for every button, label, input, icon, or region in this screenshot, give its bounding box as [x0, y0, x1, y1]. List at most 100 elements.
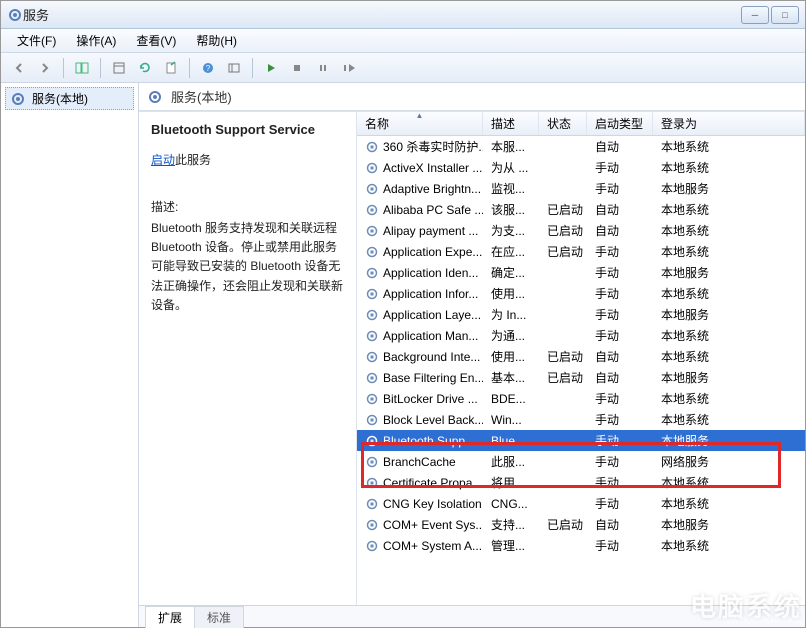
- service-logon: 本地系统: [653, 495, 805, 512]
- service-logon: 本地服务: [653, 180, 805, 197]
- service-name: Block Level Back...: [383, 413, 483, 427]
- service-row[interactable]: Application Infor...使用...手动本地系统: [357, 283, 805, 304]
- service-logon: 本地服务: [653, 306, 805, 323]
- service-row[interactable]: Alipay payment ...为支...已启动自动本地系统: [357, 220, 805, 241]
- services-icon: [7, 7, 23, 23]
- service-row[interactable]: CNG Key IsolationCNG...手动本地系统: [357, 493, 805, 514]
- service-logon: 本地系统: [653, 390, 805, 407]
- service-desc: 该服...: [483, 201, 539, 218]
- service-status: 已启动: [539, 369, 587, 386]
- gear-icon: [365, 329, 379, 343]
- service-logon: 本地系统: [653, 222, 805, 239]
- service-row[interactable]: Certificate Propa...将用...手动本地系统: [357, 472, 805, 493]
- menu-action[interactable]: 操作(A): [66, 30, 126, 51]
- tree-node-services-local[interactable]: 服务(本地): [5, 87, 134, 110]
- selected-service-name: Bluetooth Support Service: [151, 122, 344, 137]
- maximize-button[interactable]: □: [771, 6, 799, 24]
- pause-service-button[interactable]: [311, 56, 335, 80]
- service-startup: 手动: [587, 453, 653, 470]
- service-logon: 本地系统: [653, 285, 805, 302]
- service-status: 已启动: [539, 348, 587, 365]
- service-desc: 为支...: [483, 222, 539, 239]
- service-row[interactable]: 360 杀毒实时防护...本服...自动本地系统: [357, 136, 805, 157]
- start-service-button[interactable]: [259, 56, 283, 80]
- service-row[interactable]: BitLocker Drive ...BDE...手动本地系统: [357, 388, 805, 409]
- service-desc: BDE...: [483, 392, 539, 406]
- service-startup: 手动: [587, 537, 653, 554]
- service-row[interactable]: COM+ Event Sys...支持...已启动自动本地服务: [357, 514, 805, 535]
- toolbar: ?: [1, 53, 805, 83]
- service-startup: 手动: [587, 432, 653, 449]
- start-service-link[interactable]: 启动: [151, 153, 175, 167]
- menu-file[interactable]: 文件(F): [7, 30, 66, 51]
- service-desc: CNG...: [483, 497, 539, 511]
- right-pane: 服务(本地) Bluetooth Support Service 启动此服务 描…: [139, 83, 805, 627]
- service-row[interactable]: BranchCache此服...手动网络服务: [357, 451, 805, 472]
- gear-icon: [147, 89, 163, 105]
- tab-extended[interactable]: 扩展: [145, 606, 195, 628]
- service-row[interactable]: Application Iden...确定...手动本地服务: [357, 262, 805, 283]
- gear-icon: [365, 455, 379, 469]
- service-row[interactable]: Application Expe...在应...已启动手动本地系统: [357, 241, 805, 262]
- gear-icon: [365, 266, 379, 280]
- service-logon: 本地系统: [653, 411, 805, 428]
- stop-service-button[interactable]: [285, 56, 309, 80]
- back-button[interactable]: [7, 56, 31, 80]
- column-startup[interactable]: 启动类型: [587, 112, 653, 135]
- gear-icon: [10, 91, 26, 107]
- separator: [63, 58, 64, 78]
- service-desc: 为通...: [483, 327, 539, 344]
- service-name: Application Laye...: [383, 308, 481, 322]
- gear-icon: [365, 371, 379, 385]
- restart-service-button[interactable]: [337, 56, 361, 80]
- service-startup: 手动: [587, 495, 653, 512]
- service-desc: 使用...: [483, 348, 539, 365]
- service-desc: 将用...: [483, 474, 539, 491]
- service-name: Adaptive Brightn...: [383, 182, 481, 196]
- gear-icon: [365, 434, 379, 448]
- service-row[interactable]: ActiveX Installer ...为从 ...手动本地系统: [357, 157, 805, 178]
- service-row[interactable]: Background Inte...使用...已启动自动本地系统: [357, 346, 805, 367]
- export-button[interactable]: [159, 56, 183, 80]
- column-name[interactable]: 名称▲: [357, 112, 483, 135]
- gear-icon: [365, 413, 379, 427]
- service-name: Base Filtering En...: [383, 371, 483, 385]
- service-row[interactable]: COM+ System A...管理...手动本地系统: [357, 535, 805, 556]
- description-body: Bluetooth 服务支持发现和关联远程 Bluetooth 设备。停止或禁用…: [151, 219, 344, 315]
- help-button[interactable]: ?: [196, 56, 220, 80]
- properties-button[interactable]: [107, 56, 131, 80]
- minimize-button[interactable]: ─: [741, 6, 769, 24]
- service-row[interactable]: Adaptive Brightn...监视...手动本地服务: [357, 178, 805, 199]
- gear-icon: [365, 161, 379, 175]
- service-name: Background Inte...: [383, 350, 480, 364]
- service-row[interactable]: Bluetooth Supp...Blue...手动本地服务: [357, 430, 805, 451]
- menu-view[interactable]: 查看(V): [126, 30, 186, 51]
- menu-help[interactable]: 帮助(H): [186, 30, 247, 51]
- show-hide-tree-button[interactable]: [70, 56, 94, 80]
- gear-icon: [365, 518, 379, 532]
- refresh-button[interactable]: [133, 56, 157, 80]
- service-name: BranchCache: [383, 455, 456, 469]
- service-row[interactable]: Block Level Back...Win...手动本地系统: [357, 409, 805, 430]
- column-logon[interactable]: 登录为: [653, 112, 805, 135]
- column-desc[interactable]: 描述: [483, 112, 539, 135]
- forward-button[interactable]: [33, 56, 57, 80]
- service-desc: 确定...: [483, 264, 539, 281]
- tab-standard[interactable]: 标准: [194, 606, 244, 628]
- service-name: COM+ Event Sys...: [383, 518, 483, 532]
- service-row[interactable]: Alibaba PC Safe ...该服...已启动自动本地系统: [357, 199, 805, 220]
- service-name: Application Expe...: [383, 245, 482, 259]
- service-desc: 监视...: [483, 180, 539, 197]
- properties2-button[interactable]: [222, 56, 246, 80]
- service-logon: 本地系统: [653, 327, 805, 344]
- service-logon: 本地服务: [653, 264, 805, 281]
- service-row[interactable]: Application Man...为通...手动本地系统: [357, 325, 805, 346]
- sort-asc-icon: ▲: [416, 112, 424, 120]
- gear-icon: [365, 182, 379, 196]
- column-status[interactable]: 状态: [539, 112, 587, 135]
- service-row[interactable]: Application Laye...为 In...手动本地服务: [357, 304, 805, 325]
- gear-icon: [365, 140, 379, 154]
- service-row[interactable]: Base Filtering En...基本...已启动自动本地服务: [357, 367, 805, 388]
- separator: [252, 58, 253, 78]
- service-name: Alibaba PC Safe ...: [383, 203, 483, 217]
